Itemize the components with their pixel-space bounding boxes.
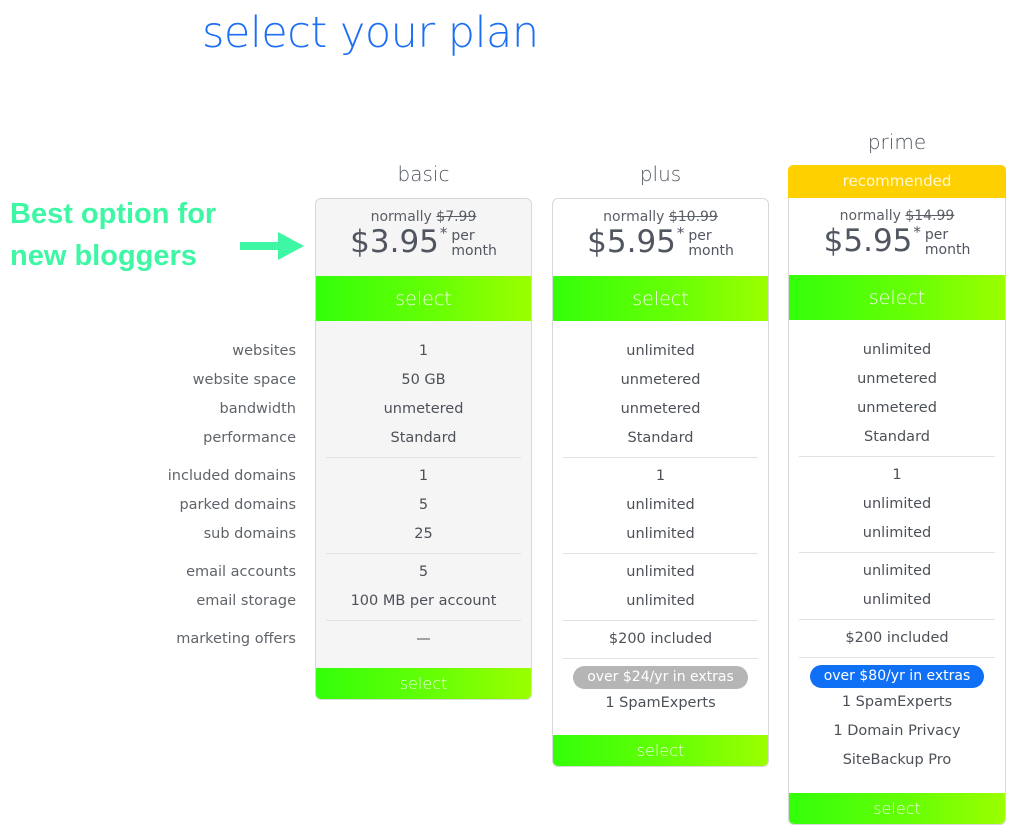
label-website-space: website space	[192, 372, 296, 388]
feature-labels: websites website space bandwidth perform…	[100, 337, 296, 654]
feature-value: unmetered	[620, 401, 701, 417]
feature-value: Standard	[864, 429, 930, 445]
label-email-storage: email storage	[196, 593, 296, 609]
feature-value: unmetered	[620, 372, 701, 388]
extra-item: 1 Domain Privacy	[833, 723, 961, 739]
feature-value: unlimited	[862, 342, 932, 358]
feature-value: unlimited	[626, 497, 695, 513]
feature-value: unmetered	[383, 401, 464, 417]
feature-value: unlimited	[626, 564, 695, 580]
select-button-plus-bottom[interactable]: select	[553, 735, 768, 766]
price-asterisk: *	[439, 224, 448, 242]
feature-value: unlimited	[862, 592, 932, 608]
select-button-plus[interactable]: select	[553, 276, 768, 321]
price: $5.95	[823, 223, 913, 259]
feature-value: 5	[418, 564, 429, 580]
old-price: $14.99	[905, 208, 955, 224]
divider	[799, 552, 995, 553]
select-button-prime[interactable]: select	[789, 275, 1005, 320]
promo-annotation: Best option for new bloggers	[10, 193, 216, 277]
extras-badge: over $24/yr in extras	[573, 666, 748, 689]
feature-value: unlimited	[862, 496, 932, 512]
select-button-prime-bottom[interactable]: select	[789, 793, 1005, 824]
arrow-right-icon	[240, 232, 304, 260]
plan-name-plus: plus	[639, 162, 682, 186]
plan-card-prime: normally $14.99 $5.95 * per month select …	[788, 198, 1006, 825]
select-button-basic[interactable]: select	[316, 276, 531, 321]
feature-value: $200 included	[608, 631, 713, 647]
promo-line-2: new bloggers	[10, 240, 197, 272]
old-price: $10.99	[668, 209, 718, 225]
label-included-domains: included domains	[167, 468, 296, 484]
price-asterisk: *	[913, 223, 921, 241]
feature-value: Standard	[390, 430, 457, 446]
feature-value: unmetered	[857, 371, 937, 387]
normal-price: normally $10.99	[603, 209, 718, 225]
extra-item: SiteBackup Pro	[842, 752, 952, 768]
feature-value: unlimited	[862, 525, 932, 541]
feature-value: unlimited	[626, 526, 695, 542]
divider	[326, 457, 521, 458]
extra-item: 1 SpamExperts	[841, 694, 953, 710]
page-title: select your plan	[202, 8, 539, 58]
divider	[563, 457, 758, 458]
price-box: normally $7.99 $3.95 * per month	[316, 199, 531, 276]
divider	[563, 553, 758, 554]
label-parked-domains: parked domains	[179, 497, 296, 513]
plan-card-plus: normally $10.99 $5.95 * per month select …	[552, 198, 769, 767]
feature-value: 1	[655, 468, 666, 484]
label-marketing-offers: marketing offers	[176, 631, 296, 647]
plan-name-basic: basic	[397, 162, 450, 186]
extra-item: 1 SpamExperts	[605, 695, 716, 711]
label-websites: websites	[232, 343, 296, 359]
feature-value: 1	[892, 467, 902, 483]
price-period: per month	[924, 227, 971, 258]
normal-price: normally $7.99	[370, 209, 477, 225]
divider	[563, 620, 758, 621]
label-bandwidth: bandwidth	[219, 401, 296, 417]
recommended-badge: recommended	[788, 165, 1006, 198]
plan-name-prime: prime	[867, 130, 927, 154]
price: $5.95	[587, 224, 676, 260]
select-button-basic-bottom[interactable]: select	[316, 668, 531, 699]
feature-value: —	[416, 631, 431, 647]
feature-value: unlimited	[626, 343, 695, 359]
price-box: normally $10.99 $5.95 * per month	[553, 199, 768, 276]
divider	[326, 553, 521, 554]
feature-value: unmetered	[857, 400, 937, 416]
divider	[326, 620, 521, 621]
price-asterisk: *	[676, 224, 685, 242]
label-email-accounts: email accounts	[186, 564, 296, 580]
feature-value: 25	[414, 526, 433, 542]
old-price: $7.99	[436, 209, 477, 225]
feature-value: $200 included	[845, 630, 949, 646]
feature-value: 5	[418, 497, 429, 513]
divider	[799, 657, 995, 658]
normal-price: normally $14.99	[839, 208, 955, 224]
divider	[563, 658, 758, 659]
plan-card-basic: normally $7.99 $3.95 * per month select 1…	[315, 198, 532, 700]
price-box: normally $14.99 $5.95 * per month	[789, 198, 1005, 275]
divider	[799, 619, 995, 620]
feature-value: unlimited	[626, 593, 695, 609]
label-performance: performance	[203, 430, 296, 446]
promo-line-1: Best option for	[10, 198, 217, 230]
price: $3.95	[350, 224, 439, 260]
feature-value: 100 MB per account	[350, 593, 497, 609]
feature-value: 1	[418, 468, 429, 484]
feature-value: Standard	[627, 430, 694, 446]
label-sub-domains: sub domains	[203, 526, 296, 542]
feature-value: 1	[418, 343, 429, 359]
feature-value: unlimited	[862, 563, 932, 579]
divider	[799, 456, 995, 457]
extras-badge: over $80/yr in extras	[809, 665, 985, 688]
feature-value: 50 GB	[401, 372, 446, 388]
price-period: per month	[688, 228, 734, 259]
price-period: per month	[451, 228, 497, 259]
